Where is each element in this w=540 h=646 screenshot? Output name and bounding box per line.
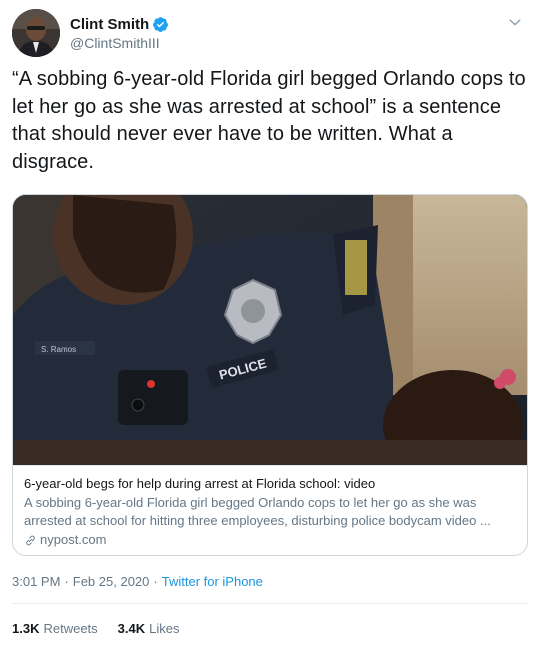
tweet-text: “A sobbing 6-year-old Florida girl begge… [12,68,526,173]
avatar-image [12,9,60,57]
retweets-stat[interactable]: 1.3K Retweets [12,621,98,636]
avatar[interactable] [12,9,60,57]
card-domain: nypost.com [24,531,516,549]
display-name[interactable]: Clint Smith [70,16,149,33]
tweet-date[interactable]: Feb 25, 2020 [73,574,150,589]
card-body: 6-year-old begs for help during arrest a… [13,465,527,549]
card-domain-text: nypost.com [40,532,107,547]
meta-separator: · [64,574,69,589]
likes-count: 3.4K [117,621,146,636]
card-title: 6-year-old begs for help during arrest a… [24,476,376,491]
verified-badge-icon [153,16,169,32]
divider [12,603,528,604]
likes-label: Likes [149,621,180,636]
nametag-text: S. Ramos [41,345,76,354]
card-image: POLICE S. Ramos [13,195,527,465]
card-description: A sobbing 6-year-old Florida girl begged… [24,495,491,528]
link-card[interactable]: POLICE S. Ramos 6-year-old begs for help… [12,194,528,556]
retweets-count: 1.3K [12,621,40,636]
tweet-source-link[interactable]: Twitter for iPhone [162,574,263,589]
retweets-label: Retweets [43,621,98,636]
tweet-header: Clint Smith @ClintSmithIII [12,9,528,57]
link-icon [26,535,35,545]
author-handle[interactable]: @ClintSmithIII [70,35,169,51]
tweet-stats: 1.3K Retweets 3.4K Likes [12,621,200,636]
bodycam-still-image: POLICE S. Ramos [13,195,527,465]
meta-separator: · [153,574,158,589]
chevron-down-icon[interactable] [506,13,524,31]
author-names: Clint Smith @ClintSmithIII [70,14,169,51]
tweet-meta: 3:01 PM · Feb 25, 2020 · Twitter for iPh… [12,574,263,589]
tweet-time[interactable]: 3:01 PM [12,574,60,589]
likes-stat[interactable]: 3.4K Likes [118,621,180,636]
